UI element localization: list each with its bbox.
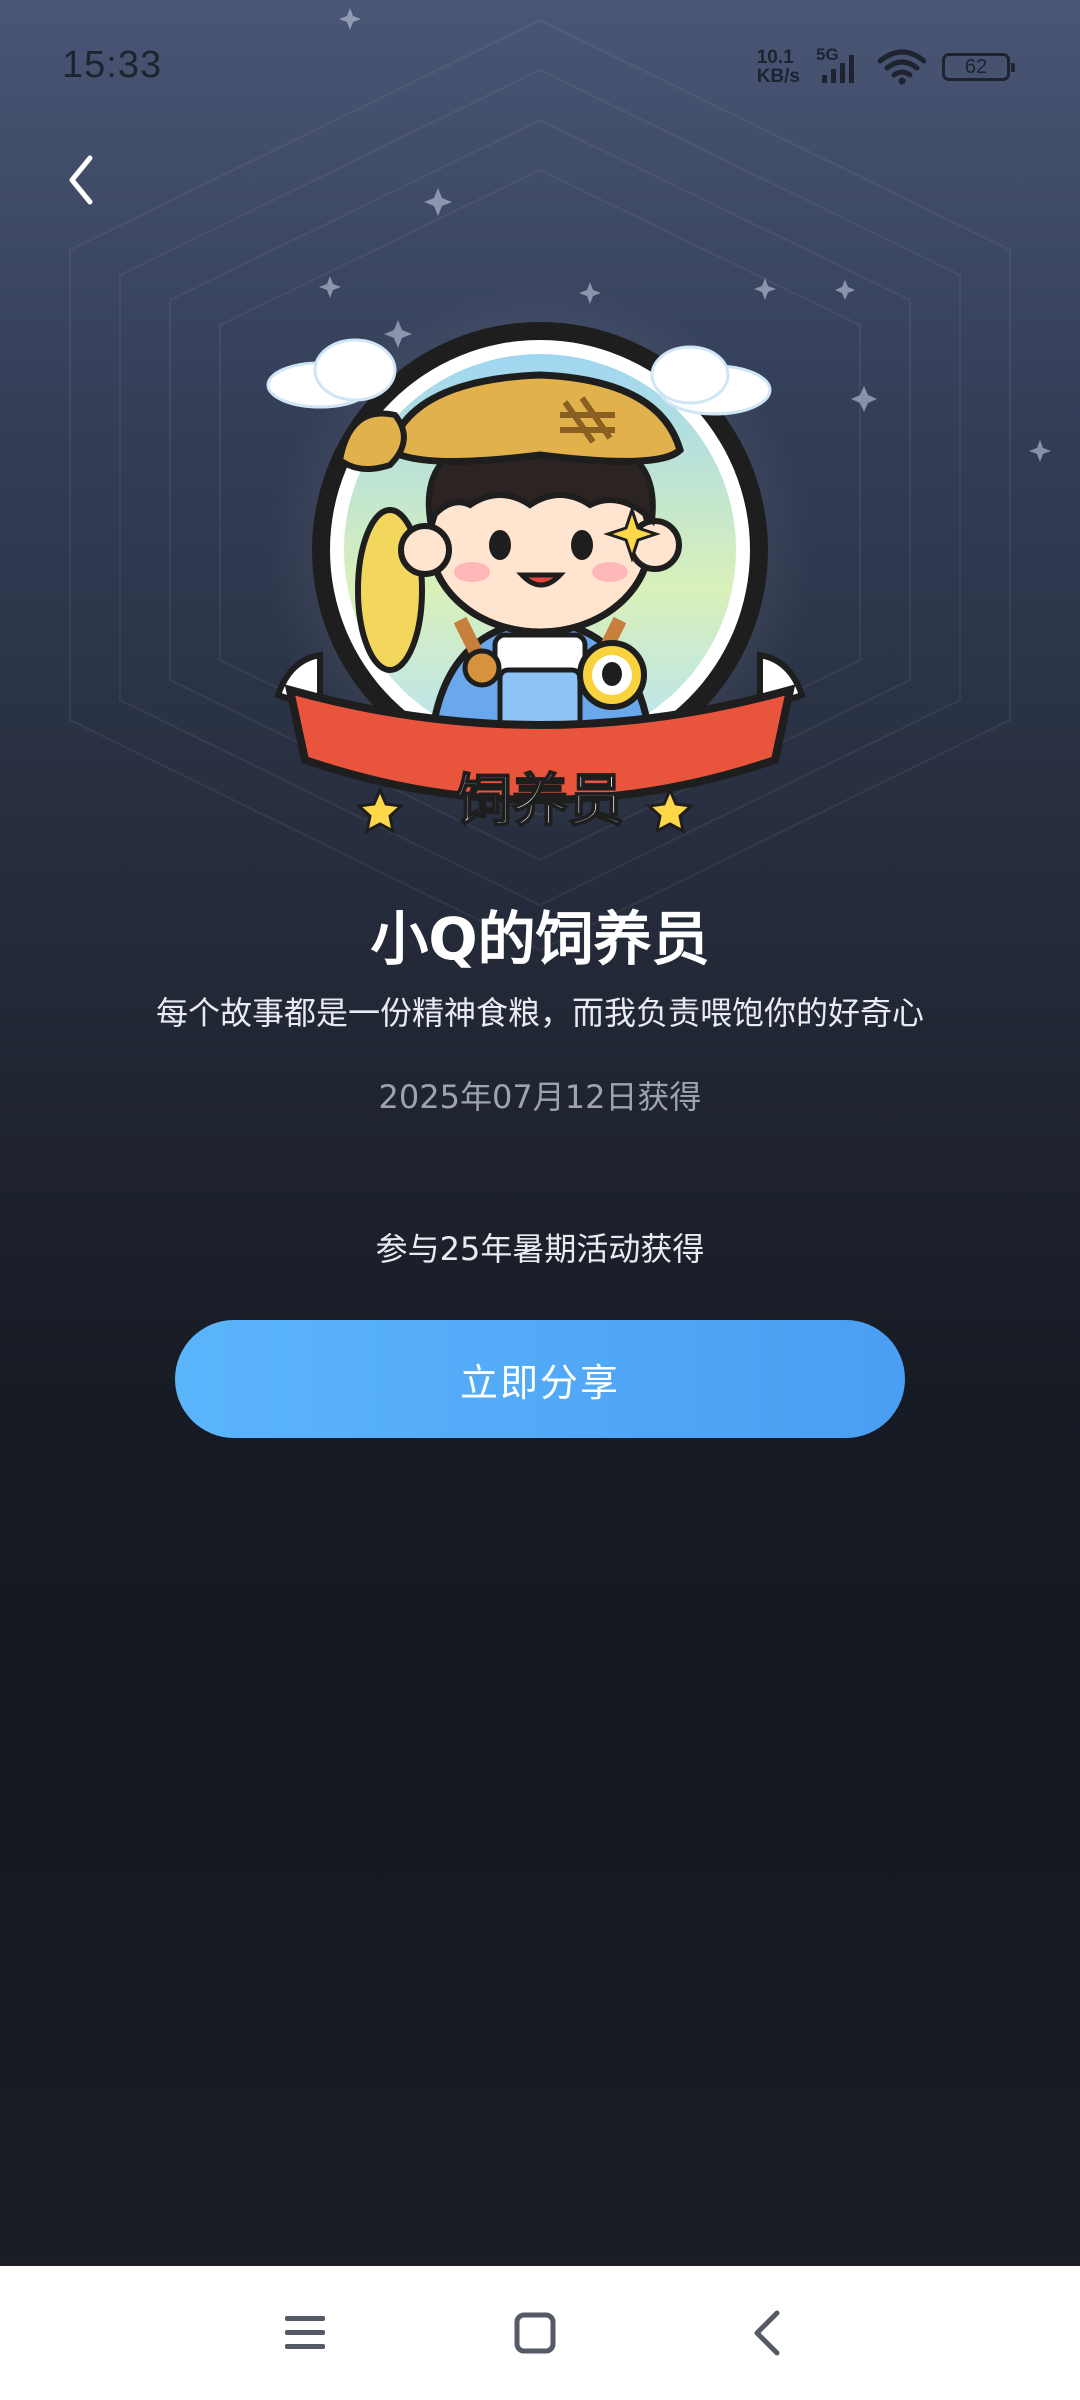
achievement-title: 小Q的饲养员 xyxy=(370,905,710,973)
badge-ribbon-text: 饲养员 xyxy=(456,769,624,834)
achievement-badge: 饲养员 xyxy=(260,285,820,870)
menu-icon xyxy=(285,2316,325,2349)
system-nav-bar xyxy=(0,2266,1080,2400)
back-icon xyxy=(754,2310,780,2356)
share-button[interactable]: 立即分享 xyxy=(175,1320,905,1438)
chevron-left-icon xyxy=(69,155,93,205)
home-square-icon xyxy=(514,2312,556,2354)
menu-button[interactable] xyxy=(265,2296,345,2370)
achievement-source: 参与25年暑期活动获得 xyxy=(375,1230,705,1268)
net-speed-value: 10.1 xyxy=(756,47,794,68)
status-bar: 15:33 10.1 KB/s 5G 62 xyxy=(0,0,1080,140)
net-speed: 10.1 KB/s xyxy=(757,48,800,86)
back-button[interactable] xyxy=(56,150,106,210)
net-speed-unit: KB/s xyxy=(756,66,800,87)
status-time: 15:33 xyxy=(62,44,163,86)
nav-back-button[interactable] xyxy=(727,2296,807,2370)
battery-level: 62 xyxy=(964,55,988,78)
signal-icon: 5G xyxy=(816,45,862,85)
home-button[interactable] xyxy=(495,2296,575,2370)
wifi-icon xyxy=(878,49,926,85)
battery-icon: 62 xyxy=(942,53,1015,81)
achievement-description: 每个故事都是一份精神食粮，而我负责喂饱你的好奇心 xyxy=(155,994,924,1032)
badge-illustration: 饲养员 xyxy=(265,285,815,835)
status-icons: 10.1 KB/s 5G 62 xyxy=(757,45,1015,86)
achievement-date: 2025年07月12日获得 xyxy=(378,1078,702,1116)
